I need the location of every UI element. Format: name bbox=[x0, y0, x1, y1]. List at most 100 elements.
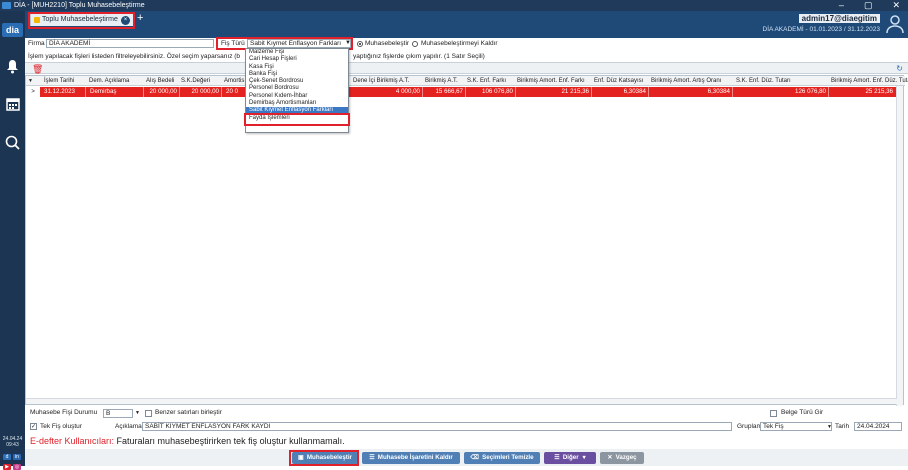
calendar-icon[interactable] bbox=[4, 97, 21, 114]
dropdown-item[interactable]: Malzeme Fişi bbox=[246, 49, 348, 56]
tek-fis-checkbox[interactable]: ✓ bbox=[30, 423, 37, 430]
vertical-scrollbar[interactable] bbox=[896, 86, 903, 406]
company-period: DİA AKADEMİ - 01.01.2023 / 31.12.2023 bbox=[762, 26, 880, 33]
cell-birikmis-amort-enf-farki: 21 215,36 bbox=[516, 87, 592, 97]
muhasebelestir-highlight-frame bbox=[289, 450, 359, 466]
cell-sk-enf-farki: 106 076,80 bbox=[466, 87, 516, 97]
dropdown-item[interactable]: Çek-Senet Bordrosu bbox=[246, 78, 348, 85]
cell-sk-degeri: 20 000,00 bbox=[180, 87, 222, 97]
dropdown-item[interactable]: Banka Fişi bbox=[246, 71, 348, 78]
radio-kaldir[interactable] bbox=[412, 41, 418, 47]
chevron-down-icon[interactable]: ▼ bbox=[135, 407, 140, 419]
grid-header: ▼ İşlem Tarihi Dem. Açıklama Alış Bedeli… bbox=[26, 76, 908, 86]
cell-birikmis-at: 15 666,67 bbox=[423, 87, 466, 97]
add-tab-icon[interactable]: + bbox=[137, 12, 143, 25]
firma-input[interactable]: DİA AKADEMİ bbox=[46, 39, 214, 48]
chat-search-icon[interactable] bbox=[4, 135, 21, 152]
edefter-note: E-defter Kullanıcıları: Faturaları muhas… bbox=[30, 435, 345, 447]
col-birikmis-amort-artis-orani[interactable]: Birikmiş Amort. Artış Oranı bbox=[651, 76, 721, 86]
gruplama-select[interactable]: Tek Fiş bbox=[760, 422, 832, 431]
col-sk-enf-farki[interactable]: S.K. Enf. Farkı bbox=[467, 76, 506, 86]
menu-icon: ☰ bbox=[554, 454, 560, 461]
info-line: İşlem yapılacak fişleri listeden filtrel… bbox=[25, 53, 908, 61]
clock-time: 09:43 bbox=[6, 442, 19, 448]
benzer-label: Benzer satırları birleştir bbox=[155, 409, 222, 416]
isaret-kaldir-button[interactable]: ☰ Muhasebe İşaretini Kaldır bbox=[362, 452, 460, 464]
col-sk-degeri[interactable]: S.K.Değeri bbox=[181, 76, 210, 86]
header-filter-icon[interactable]: ▼ bbox=[28, 76, 33, 86]
col-dem-aciklama[interactable]: Dem. Açıklama bbox=[89, 76, 129, 86]
fis-durumu-select[interactable]: B bbox=[103, 409, 133, 418]
close-window-button[interactable]: ✕ bbox=[892, 0, 900, 11]
cell-birikmis-amort-artis-orani: 6,30384 bbox=[649, 87, 733, 97]
close-icon: ✕ bbox=[607, 454, 613, 461]
cell-amortisman: 20 0 bbox=[226, 88, 239, 95]
tarih-input[interactable]: 24.04.2024 bbox=[854, 422, 902, 431]
info-text-left: İşlem yapılacak fişleri listeden filtrel… bbox=[28, 53, 241, 60]
edefter-text: Faturaları muhasebeştirirken tek fiş olu… bbox=[114, 436, 345, 446]
dropdown-selection-frame bbox=[244, 113, 350, 126]
secimleri-temizle-button[interactable]: ⌫ Seçimleri Temizle bbox=[464, 452, 540, 464]
col-birikmis-amort-enf-duz-tutari[interactable]: Birikmiş Amort. Enf. Düz. Tutarı bbox=[831, 76, 908, 86]
aciklama-label: Açıklama bbox=[115, 423, 142, 430]
radio-muhasebelestir[interactable] bbox=[357, 41, 363, 47]
left-sidebar: dia 24.04.24 09:43 d in ▶ ◎ bbox=[0, 11, 25, 470]
tab-highlight-frame bbox=[28, 12, 135, 29]
belge-turu-checkbox[interactable] bbox=[770, 410, 777, 417]
col-amortisman[interactable]: Amortis bbox=[224, 76, 244, 86]
dropdown-item[interactable]: Personel Kıdem-İhbar bbox=[246, 93, 348, 100]
cell-donem-ici-birikmis: 4 000,00 bbox=[371, 87, 423, 97]
chevron-down-icon: ▾ bbox=[582, 454, 586, 461]
clear-icon: ⌫ bbox=[470, 454, 480, 461]
col-islem-tarihi[interactable]: İşlem Tarihi bbox=[44, 76, 74, 86]
cell-tarih: 31.12.2023 bbox=[42, 87, 86, 97]
dia-logo: dia bbox=[2, 23, 23, 37]
notification-bell-icon[interactable] bbox=[4, 59, 21, 76]
maximize-button[interactable]: ▢ bbox=[864, 0, 873, 11]
cell-enf-duz-katsayisi: 6,30384 bbox=[592, 87, 649, 97]
dropdown-item[interactable]: Cari Hesap Fişleri bbox=[246, 56, 348, 63]
tek-fis-label: Tek Fiş oluştur bbox=[40, 423, 82, 430]
dropdown-item[interactable]: Demirbaş Amortismanları bbox=[246, 100, 348, 107]
user-profile-icon[interactable] bbox=[886, 14, 904, 34]
vazgec-button[interactable]: ✕ Vazgeç bbox=[600, 452, 644, 464]
chevron-down-icon[interactable]: ▼ bbox=[827, 420, 832, 434]
dia-mini-icon[interactable]: d bbox=[3, 454, 11, 460]
info-text-right: yaptığınız fişlerde çıkım yapılır. (1 Sa… bbox=[353, 53, 485, 60]
records-grid: ▼ İşlem Tarihi Dem. Açıklama Alış Bedeli… bbox=[25, 75, 908, 406]
fis-durumu-label: Muhasebe Fişi Durumu bbox=[30, 409, 98, 416]
cell-aciklama: Demirbaş bbox=[88, 87, 144, 97]
user-name[interactable]: admin17@diaegitim bbox=[798, 14, 880, 23]
window-title: DİA - [MUH2210] Toplu Muhasebeleştirme bbox=[14, 2, 145, 9]
cell-alis-bedeli: 20 000,00 bbox=[144, 87, 180, 97]
action-button-bar: ▣ Muhasebeleştir ☰ Muhasebe İşaretini Kald… bbox=[25, 449, 908, 466]
refresh-icon[interactable]: ↻ bbox=[896, 63, 903, 74]
delete-icon[interactable]: 🗑 bbox=[32, 64, 43, 74]
dropdown-item[interactable]: Personel Bordrosu bbox=[246, 85, 348, 92]
linkedin-icon[interactable]: in bbox=[13, 454, 21, 460]
col-donem-ici-birikmis[interactable]: Dene İçi Birikmiş A.T. bbox=[353, 76, 409, 86]
diger-button[interactable]: ☰ Diğer ▾ bbox=[544, 452, 596, 464]
radio-muhasebelestir-label: Muhasebeleştir bbox=[365, 40, 410, 47]
table-row[interactable]: > 31.12.2023 Demirbaş 20 000,00 20 000,0… bbox=[26, 87, 897, 97]
col-sk-enf-duz-tutari[interactable]: S.K. Enf. Düz. Tutarı bbox=[736, 76, 791, 86]
benzer-checkbox[interactable] bbox=[145, 410, 152, 417]
tarih-label: Tarih bbox=[835, 423, 850, 430]
col-enf-duz-katsayisi[interactable]: Enf. Düz Katsayısı bbox=[594, 76, 643, 86]
col-birikmis-amort-enf-farki[interactable]: Birikmiş Amort. Enf. Farkı bbox=[517, 76, 585, 86]
aciklama-input[interactable]: SABİT KIYMET ENFLASYON FARK KAYDI bbox=[142, 422, 732, 431]
belge-turu-label: Belge Türü Gir bbox=[781, 409, 824, 416]
cell-sk-enf-duz-tutari: 126 076,80 bbox=[733, 87, 829, 97]
youtube-icon[interactable]: ▶ bbox=[3, 464, 11, 470]
options-row-2: ✓ Tek Fiş oluştur Açıklama SABİT KIYMET … bbox=[25, 420, 908, 434]
filter-row: Firma DİA AKADEMİ Fiş Türü Sabit Kıymet … bbox=[25, 38, 908, 49]
col-alis-bedeli[interactable]: Alış Bedeli bbox=[146, 76, 174, 86]
minimize-button[interactable]: – bbox=[839, 0, 844, 11]
dropdown-item[interactable]: Kasa Fişi bbox=[246, 64, 348, 71]
horizontal-scrollbar[interactable] bbox=[26, 398, 897, 404]
instagram-icon[interactable]: ◎ bbox=[13, 464, 21, 470]
grid-toolbar: 🗑 ↻ bbox=[25, 62, 908, 74]
window-title-bar: DİA - [MUH2210] Toplu Muhasebeleştirme –… bbox=[0, 0, 908, 11]
app-icon bbox=[2, 2, 11, 9]
col-birikmis-at[interactable]: Birikmiş A.T. bbox=[425, 76, 458, 86]
